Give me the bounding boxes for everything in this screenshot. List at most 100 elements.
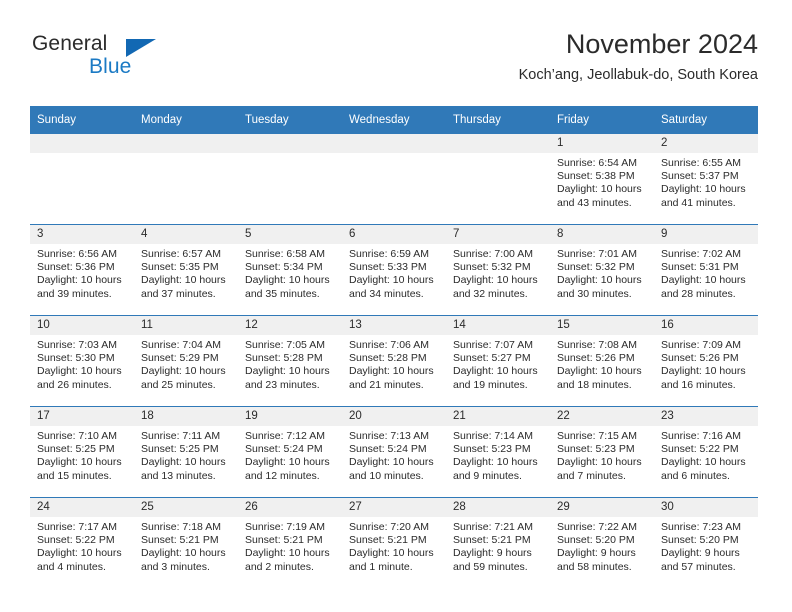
day-number: 28: [446, 498, 550, 517]
general-blue-logo[interactable]: General Blue: [30, 28, 200, 88]
calendar-day-cell[interactable]: [30, 134, 134, 225]
day-number: [134, 134, 238, 153]
day-sun-info: [342, 153, 446, 157]
daylight-text-line1: Daylight: 10 hours: [453, 365, 538, 378]
sunrise-text: Sunrise: 7:17 AM: [37, 521, 117, 533]
sunrise-text: Sunrise: 6:59 AM: [349, 248, 429, 260]
sunrise-text: Sunrise: 6:57 AM: [141, 248, 221, 260]
day-cell-content: 25 Sunrise: 7:18 AM Sunset: 5:21 PM Dayligh…: [134, 498, 238, 588]
sunrise-text: Sunrise: 7:21 AM: [453, 521, 533, 533]
daylight-text-line1: Daylight: 10 hours: [141, 456, 226, 469]
sunrise-text: Sunrise: 7:00 AM: [453, 248, 533, 260]
calendar-day-cell[interactable]: 6 Sunrise: 6:59 AM Sunset: 5:33 PM Daylight…: [342, 224, 446, 316]
day-sun-info: Sunrise: 7:13 AM Sunset: 5:24 PM Daylight:…: [342, 426, 446, 483]
calendar-day-cell[interactable]: 30 Sunrise: 7:23 AM Sunset: 5:20 PM Dayligh…: [654, 497, 758, 588]
title-block: November 2024 Koch’ang, Jeollabuk-do, So…: [519, 28, 758, 84]
day-number: 3: [30, 225, 134, 244]
calendar-day-cell[interactable]: 21 Sunrise: 7:14 AM Sunset: 5:23 PM Dayligh…: [446, 406, 550, 498]
calendar-day-cell[interactable]: [134, 134, 238, 225]
day-cell-content: 18 Sunrise: 7:11 AM Sunset: 5:25 PM Dayligh…: [134, 407, 238, 497]
day-number: 20: [342, 407, 446, 426]
calendar-week-row: 3 Sunrise: 6:56 AM Sunset: 5:36 PM Daylight…: [30, 224, 758, 316]
calendar-day-cell[interactable]: 25 Sunrise: 7:18 AM Sunset: 5:21 PM Dayligh…: [134, 497, 238, 588]
calendar-day-cell[interactable]: 27 Sunrise: 7:20 AM Sunset: 5:21 PM Dayligh…: [342, 497, 446, 588]
day-cell-content: 15 Sunrise: 7:08 AM Sunset: 5:26 PM Dayligh…: [550, 316, 654, 406]
sunrise-text: Sunrise: 7:04 AM: [141, 339, 221, 351]
sunset-text: Sunset: 5:24 PM: [245, 443, 323, 456]
sunrise-text: Sunrise: 7:03 AM: [37, 339, 117, 351]
day-sun-info: Sunrise: 7:19 AM Sunset: 5:21 PM Daylight:…: [238, 517, 342, 574]
calendar-day-cell[interactable]: 26 Sunrise: 7:19 AM Sunset: 5:21 PM Dayligh…: [238, 497, 342, 588]
sunrise-text: Sunrise: 7:02 AM: [661, 248, 741, 260]
day-number: 23: [654, 407, 758, 426]
daylight-text-line2: and 7 minutes.: [557, 469, 626, 482]
daylight-text-line1: Daylight: 10 hours: [37, 456, 122, 469]
calendar-day-cell[interactable]: [446, 134, 550, 225]
day-cell-content: 10 Sunrise: 7:03 AM Sunset: 5:30 PM Dayligh…: [30, 316, 134, 406]
calendar-day-cell[interactable]: 1 Sunrise: 6:54 AM Sunset: 5:38 PM Daylight…: [550, 134, 654, 225]
calendar-day-cell[interactable]: 4 Sunrise: 6:57 AM Sunset: 5:35 PM Daylight…: [134, 224, 238, 316]
calendar-day-cell[interactable]: 3 Sunrise: 6:56 AM Sunset: 5:36 PM Daylight…: [30, 224, 134, 316]
daylight-text-line2: and 37 minutes.: [141, 287, 216, 300]
day-sun-info: [446, 153, 550, 157]
sunrise-text: Sunrise: 6:56 AM: [37, 248, 117, 260]
daylight-text-line2: and 15 minutes.: [37, 469, 112, 482]
calendar-day-cell[interactable]: 18 Sunrise: 7:11 AM Sunset: 5:25 PM Dayligh…: [134, 406, 238, 498]
calendar-day-cell[interactable]: 15 Sunrise: 7:08 AM Sunset: 5:26 PM Dayligh…: [550, 315, 654, 407]
day-sun-info: Sunrise: 6:55 AM Sunset: 5:37 PM Daylight:…: [654, 153, 758, 210]
calendar-day-cell[interactable]: 14 Sunrise: 7:07 AM Sunset: 5:27 PM Dayligh…: [446, 315, 550, 407]
calendar-day-cell[interactable]: 12 Sunrise: 7:05 AM Sunset: 5:28 PM Dayligh…: [238, 315, 342, 407]
calendar-day-cell[interactable]: 8 Sunrise: 7:01 AM Sunset: 5:32 PM Daylight…: [550, 224, 654, 316]
weekday-header-wednesday: Wednesday: [342, 106, 446, 134]
calendar-day-cell[interactable]: 20 Sunrise: 7:13 AM Sunset: 5:24 PM Dayligh…: [342, 406, 446, 498]
calendar-day-cell[interactable]: 24 Sunrise: 7:17 AM Sunset: 5:22 PM Dayligh…: [30, 497, 134, 588]
calendar-day-cell[interactable]: 7 Sunrise: 7:00 AM Sunset: 5:32 PM Daylight…: [446, 224, 550, 316]
sunrise-text: Sunrise: 7:15 AM: [557, 430, 637, 442]
calendar-day-cell[interactable]: 28 Sunrise: 7:21 AM Sunset: 5:21 PM Dayligh…: [446, 497, 550, 588]
sunset-text: Sunset: 5:31 PM: [661, 261, 739, 274]
calendar-day-cell[interactable]: 13 Sunrise: 7:06 AM Sunset: 5:28 PM Dayligh…: [342, 315, 446, 407]
page-title: November 2024: [565, 29, 758, 59]
calendar-day-cell[interactable]: 22 Sunrise: 7:15 AM Sunset: 5:23 PM Dayligh…: [550, 406, 654, 498]
calendar-day-cell[interactable]: 29 Sunrise: 7:22 AM Sunset: 5:20 PM Dayligh…: [550, 497, 654, 588]
day-sun-info: Sunrise: 6:56 AM Sunset: 5:36 PM Daylight:…: [30, 244, 134, 301]
calendar-day-cell[interactable]: [342, 134, 446, 225]
sunset-text: Sunset: 5:29 PM: [141, 352, 219, 365]
day-number: [30, 134, 134, 153]
day-number: 21: [446, 407, 550, 426]
day-cell-content: 22 Sunrise: 7:15 AM Sunset: 5:23 PM Dayligh…: [550, 407, 654, 497]
daylight-text-line1: Daylight: 10 hours: [661, 456, 746, 469]
calendar-day-cell[interactable]: [238, 134, 342, 225]
weekday-header-sunday: Sunday: [30, 106, 134, 134]
day-cell-content: 28 Sunrise: 7:21 AM Sunset: 5:21 PM Dayligh…: [446, 498, 550, 588]
calendar-day-cell[interactable]: 9 Sunrise: 7:02 AM Sunset: 5:31 PM Daylight…: [654, 224, 758, 316]
daylight-text-line1: Daylight: 10 hours: [245, 547, 330, 560]
day-number: [342, 134, 446, 153]
calendar-day-cell[interactable]: 5 Sunrise: 6:58 AM Sunset: 5:34 PM Daylight…: [238, 224, 342, 316]
calendar-day-cell[interactable]: 23 Sunrise: 7:16 AM Sunset: 5:22 PM Dayligh…: [654, 406, 758, 498]
daylight-text-line2: and 4 minutes.: [37, 560, 106, 573]
calendar-day-cell[interactable]: 2 Sunrise: 6:55 AM Sunset: 5:37 PM Daylight…: [654, 134, 758, 225]
sunset-text: Sunset: 5:38 PM: [557, 170, 635, 183]
sunset-text: Sunset: 5:23 PM: [557, 443, 635, 456]
daylight-text-line1: Daylight: 10 hours: [349, 547, 434, 560]
day-cell-content: [30, 134, 134, 224]
daylight-text-line2: and 2 minutes.: [245, 560, 314, 573]
sunset-text: Sunset: 5:22 PM: [37, 534, 115, 547]
daylight-text-line1: Daylight: 10 hours: [37, 365, 122, 378]
calendar-day-cell[interactable]: 19 Sunrise: 7:12 AM Sunset: 5:24 PM Dayligh…: [238, 406, 342, 498]
day-sun-info: Sunrise: 6:58 AM Sunset: 5:34 PM Daylight:…: [238, 244, 342, 301]
day-number: 22: [550, 407, 654, 426]
calendar-day-cell[interactable]: 16 Sunrise: 7:09 AM Sunset: 5:26 PM Dayligh…: [654, 315, 758, 407]
calendar-day-cell[interactable]: 17 Sunrise: 7:10 AM Sunset: 5:25 PM Dayligh…: [30, 406, 134, 498]
calendar-day-cell[interactable]: 10 Sunrise: 7:03 AM Sunset: 5:30 PM Dayligh…: [30, 315, 134, 407]
sunset-text: Sunset: 5:24 PM: [349, 443, 427, 456]
daylight-text-line1: Daylight: 10 hours: [245, 274, 330, 287]
calendar-day-cell[interactable]: 11 Sunrise: 7:04 AM Sunset: 5:29 PM Dayligh…: [134, 315, 238, 407]
sunset-text: Sunset: 5:30 PM: [37, 352, 115, 365]
sunset-text: Sunset: 5:21 PM: [141, 534, 219, 547]
sunset-text: Sunset: 5:23 PM: [453, 443, 531, 456]
sunset-text: Sunset: 5:28 PM: [245, 352, 323, 365]
day-sun-info: Sunrise: 6:54 AM Sunset: 5:38 PM Daylight:…: [550, 153, 654, 210]
sunrise-text: Sunrise: 7:23 AM: [661, 521, 741, 533]
